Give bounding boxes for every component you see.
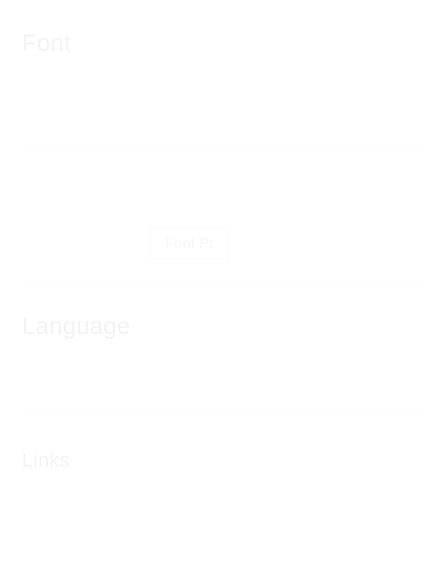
action-button[interactable]: Font Pr	[150, 228, 230, 259]
divider	[22, 280, 426, 281]
section-title-font: Font	[22, 30, 71, 57]
section-title-language: Language	[22, 313, 131, 340]
divider	[22, 415, 426, 416]
divider	[22, 150, 426, 151]
section-title-links: Links	[22, 450, 70, 472]
